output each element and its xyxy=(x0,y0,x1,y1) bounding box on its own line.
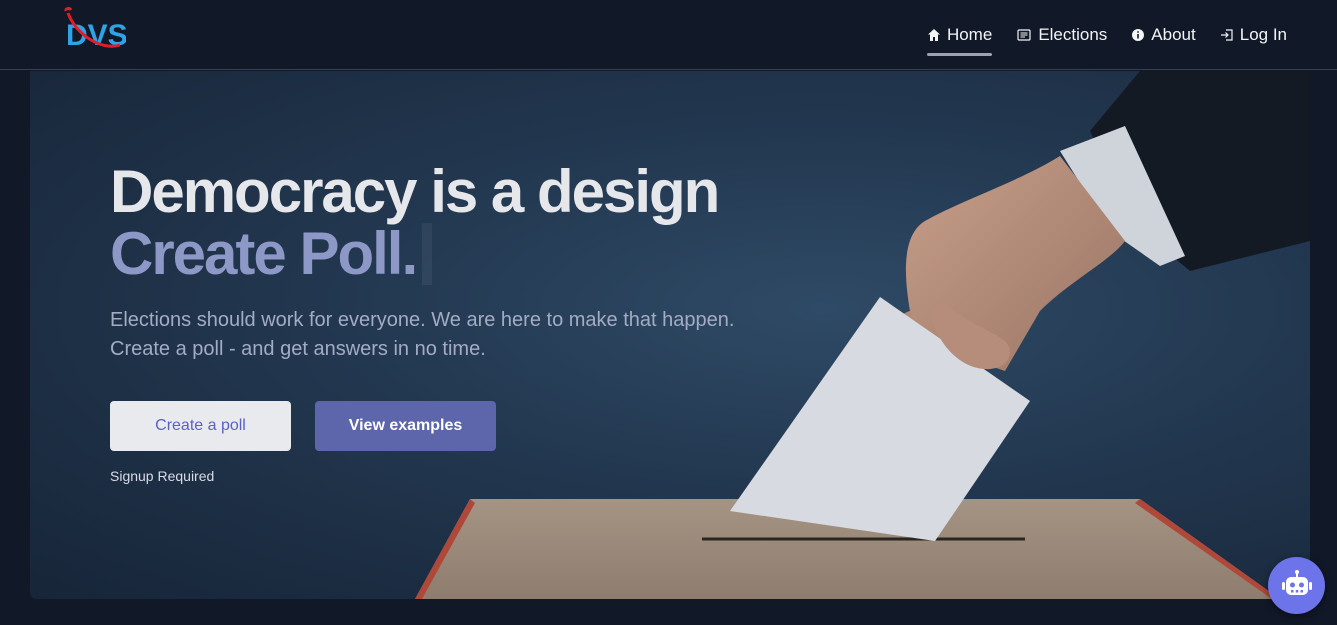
dvs-logo[interactable]: DVS xyxy=(62,5,128,55)
nav-elections[interactable]: Elections xyxy=(1016,18,1107,52)
subtitle-line-2: Create a poll - and get answers in no ti… xyxy=(110,338,486,360)
nav-home[interactable]: Home xyxy=(926,18,993,56)
subtitle-line-1: Elections should work for everyone. We a… xyxy=(110,309,735,331)
hero-headline: Democracy is a design Create Poll. xyxy=(110,158,720,287)
nav-about[interactable]: About xyxy=(1131,18,1196,52)
top-navbar: DVS Home Elections About Log In xyxy=(0,0,1337,70)
nav-about-label: About xyxy=(1151,25,1196,44)
headline-line-1: Democracy is a design xyxy=(110,158,720,225)
nav-login-label: Log In xyxy=(1239,25,1287,44)
nav-home-label: Home xyxy=(946,25,993,44)
headline-line-2: Create Poll. xyxy=(110,220,418,287)
robot-icon xyxy=(1281,569,1312,595)
nav-elections-label: Elections xyxy=(1038,25,1108,44)
hero-subtitle: Elections should work for everyone. We a… xyxy=(110,306,810,364)
list-icon xyxy=(1017,29,1031,41)
hero-banner: Democracy is a design Create Poll. Elect… xyxy=(30,71,1310,599)
create-poll-button[interactable]: Create a poll xyxy=(110,401,291,451)
info-icon xyxy=(1132,29,1145,41)
signup-required-note: Signup Required xyxy=(110,468,215,484)
typing-cursor xyxy=(422,223,433,285)
home-icon xyxy=(927,29,940,41)
login-icon xyxy=(1220,29,1233,41)
nav-login[interactable]: Log In xyxy=(1220,18,1287,52)
view-examples-button[interactable]: View examples xyxy=(315,401,496,451)
chatbot-button[interactable] xyxy=(1268,557,1325,614)
main-nav: Home Elections About Log In xyxy=(926,0,1287,70)
